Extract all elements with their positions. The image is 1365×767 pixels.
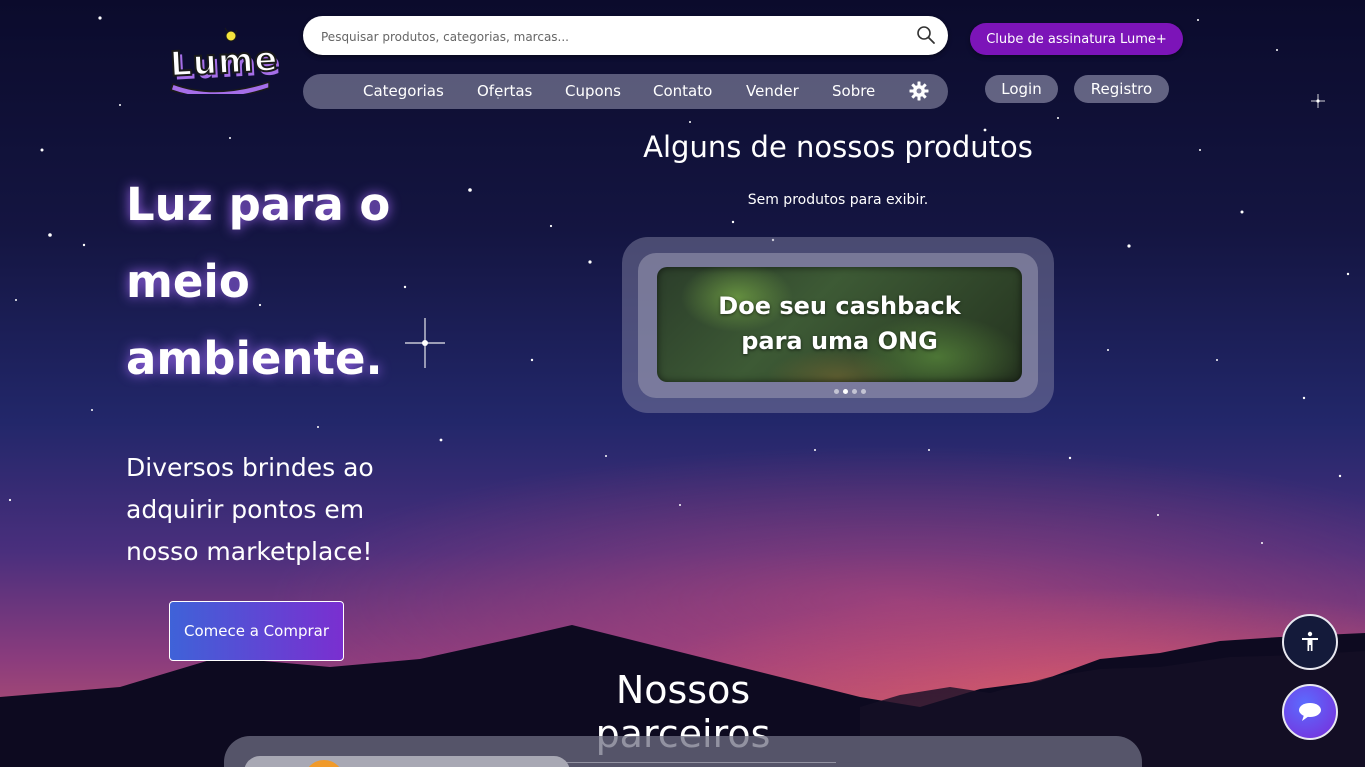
carousel-dot[interactable] [861,389,866,394]
carousel-indicators [834,389,866,394]
partner-logo [304,760,344,767]
slide-caption: Doe seu cashback para uma ONG [657,289,1022,359]
nav-item-vender[interactable]: Vender [746,82,799,100]
hero-subtitle: Diversos brindes ao adquirir pontos em n… [126,447,426,573]
accessibility-icon [1302,631,1318,651]
partner-card[interactable] [244,756,570,767]
chat-icon [1299,703,1321,721]
partners-panel [224,736,1142,767]
nav-item-sobre[interactable]: Sobre [832,82,875,100]
carousel-frame: Doe seu cashback para uma ONG [638,253,1038,398]
carousel-dot[interactable] [843,389,848,394]
nav-item-categorias[interactable]: Categorias [363,82,444,100]
search-icon[interactable] [916,25,936,45]
hero-title: Luz para o meio ambiente. [126,166,456,397]
nav-item-contato[interactable]: Contato [653,82,712,100]
slide-caption-line: Doe seu cashback [718,292,961,320]
chat-button[interactable] [1282,684,1338,740]
search-input[interactable] [319,16,903,57]
promo-carousel: Doe seu cashback para uma ONG [622,237,1054,413]
products-empty-message: Sem produtos para exibir. [747,192,929,208]
gear-icon[interactable] [909,81,929,101]
nav-item-ofertas[interactable]: Ofertas [477,82,532,100]
hero-subtitle-line: adquirir pontos em [126,495,365,524]
hero-title-line: meio [126,255,250,308]
carousel-slide[interactable]: Doe seu cashback para uma ONG [657,267,1022,382]
start-shopping-button[interactable]: Comece a Comprar [169,601,344,661]
logo-wordmark: Lume [168,38,280,86]
main-nav: Categorias Ofertas Cupons Contato Vender… [303,74,948,109]
hero-title-line: Luz para o [126,178,391,231]
club-subscription-button[interactable]: Clube de assinatura Lume+ [970,23,1183,55]
hero-title-line: ambiente. [126,332,383,385]
carousel-dot[interactable] [852,389,857,394]
register-button[interactable]: Registro [1074,75,1169,103]
search-bar [303,16,948,57]
nav-item-cupons[interactable]: Cupons [565,82,621,100]
hero-subtitle-line: Diversos brindes ao [126,453,374,482]
products-title: Alguns de nossos produtos [643,130,1033,164]
carousel-dot[interactable] [834,389,839,394]
slide-caption-line: para uma ONG [741,327,938,355]
accessibility-button[interactable] [1282,614,1338,670]
login-button[interactable]: Login [985,75,1058,103]
hero-subtitle-line: nosso marketplace! [126,537,373,566]
